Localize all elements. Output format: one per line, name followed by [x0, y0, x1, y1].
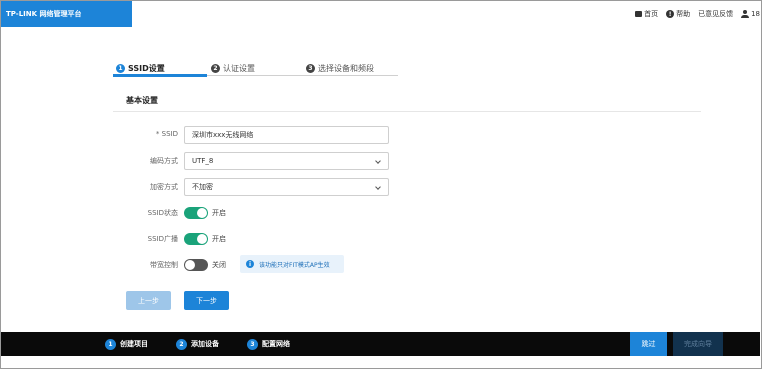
footer-step-number: 2 — [176, 338, 187, 350]
top-bar: TP-LINK 网络管理平台 首页 ! 帮助 已意见反馈 18 — [1, 1, 760, 27]
step-number: 1 — [116, 63, 125, 73]
ssid-status-label: SSID状态 — [147, 209, 178, 217]
user-icon — [741, 10, 750, 18]
footer-step-add-device[interactable]: 2 添加设备 — [176, 332, 219, 356]
encryption-select[interactable]: 不加密 — [184, 178, 389, 196]
step-label: SSID设置 — [128, 63, 165, 73]
encoding-select[interactable]: UTF_8 — [184, 152, 389, 170]
skip-button[interactable]: 跳过 — [630, 332, 667, 356]
footer-wizard-bar: 1 创建项目 2 添加设备 3 配置网络 跳过 完成向导 — [1, 332, 760, 356]
footer-step-label: 添加设备 — [191, 340, 219, 348]
toggle-knob — [197, 208, 207, 218]
ssid-input[interactable]: 深圳市xxx无线网络 — [184, 126, 389, 144]
chevron-down-icon — [375, 184, 381, 190]
step-label: 选择设备和频段 — [318, 63, 374, 73]
nav-help[interactable]: ! 帮助 — [666, 9, 690, 19]
toggle-knob — [185, 260, 195, 270]
step-label: 认证设置 — [223, 63, 255, 73]
nav-home[interactable]: 首页 — [635, 9, 658, 19]
footer-step-number: 3 — [247, 338, 258, 350]
step-number: 2 — [211, 63, 220, 73]
fit-mode-tip: i 该功能只对FIT模式AP生效 — [240, 255, 344, 273]
ssid-broadcast-label: SSID广播 — [147, 235, 178, 243]
nav-home-label: 首页 — [644, 10, 659, 18]
top-nav: 首页 ! 帮助 已意见反馈 18 — [635, 1, 760, 27]
brand-logo[interactable]: TP-LINK 网络管理平台 — [1, 1, 132, 27]
tip-text: 该功能只对FIT模式AP生效 — [259, 261, 330, 269]
ssid-broadcast-state: 开启 — [212, 235, 226, 243]
nav-user[interactable]: 18 — [741, 10, 760, 18]
nav-feedback[interactable]: 已意见反馈 — [698, 9, 733, 19]
section-divider — [113, 111, 701, 112]
encryption-value: 不加密 — [192, 183, 213, 191]
ssid-label: * SSID — [155, 130, 178, 138]
monitor-icon — [635, 11, 643, 17]
footer-step-label: 创建项目 — [120, 340, 148, 348]
step-number: 3 — [306, 63, 315, 73]
nav-feedback-label: 已意见反馈 — [698, 10, 734, 18]
section-title: 基本设置 — [126, 96, 158, 105]
nav-help-label: 帮助 — [676, 10, 691, 18]
nav-user-label: 18 — [751, 10, 760, 18]
ssid-broadcast-toggle[interactable] — [184, 233, 208, 245]
ssid-status-state: 开启 — [212, 209, 226, 217]
footer-step-configure-network[interactable]: 3 配置网络 — [247, 332, 290, 356]
bandwidth-toggle[interactable] — [184, 259, 208, 271]
help-icon: ! — [666, 10, 675, 18]
bandwidth-state: 关闭 — [212, 261, 226, 269]
steps-active-indicator — [113, 74, 207, 77]
bandwidth-label: 带宽控制 — [150, 261, 178, 269]
chevron-down-icon — [375, 158, 381, 164]
footer-step-number: 1 — [105, 338, 116, 350]
info-icon: i — [246, 260, 254, 268]
encoding-value: UTF_8 — [192, 157, 214, 165]
encryption-label: 加密方式 — [150, 183, 178, 191]
footer-step-create-project[interactable]: 1 创建项目 — [105, 332, 148, 356]
footer-step-label: 配置网络 — [262, 340, 290, 348]
encoding-label: 编码方式 — [150, 157, 178, 165]
toggle-knob — [197, 234, 207, 244]
prev-button[interactable]: 上一步 — [126, 291, 171, 310]
finish-wizard-button[interactable]: 完成向导 — [673, 332, 723, 356]
next-button[interactable]: 下一步 — [184, 291, 229, 310]
ssid-status-toggle[interactable] — [184, 207, 208, 219]
